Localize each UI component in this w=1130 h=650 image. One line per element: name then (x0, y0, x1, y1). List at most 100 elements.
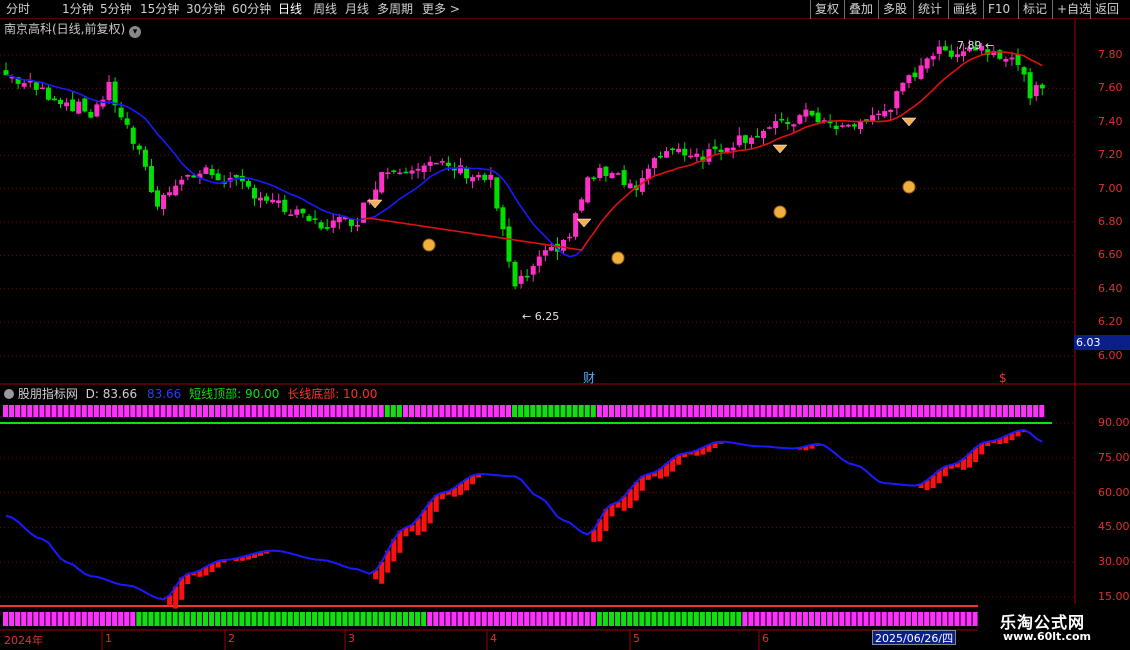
indicator-bottom-bar (281, 612, 287, 626)
toolbar-button-4[interactable]: 画线 (948, 0, 981, 19)
toolbar-button-2[interactable]: 多股 (878, 0, 911, 19)
kline-chart[interactable]: 7.89 ← ← 6.25 财 $ (0, 19, 1130, 650)
indicator-bottom-bar (584, 612, 590, 626)
indicator-top-bar (202, 405, 208, 417)
indicator-bottom-bar (905, 612, 911, 626)
indicator-top-bar (1021, 405, 1027, 417)
candle-body (518, 275, 524, 284)
date-axis-label: 1 (105, 632, 112, 645)
indicator-bottom-bar (9, 612, 15, 626)
toolbar-button-8[interactable]: 返回 (1090, 0, 1123, 19)
money-bag-icon (422, 238, 436, 252)
signal-marker: $ (999, 371, 1007, 385)
date-axis-label: 2024年 (4, 634, 43, 647)
gear-icon[interactable] (4, 389, 14, 399)
indicator-top-bar (657, 405, 663, 417)
indicator-top-bar (705, 405, 711, 417)
indicator-bottom-bar (881, 612, 887, 626)
indicator-top-bar (118, 405, 124, 417)
indicator-top-bar (899, 405, 905, 417)
indicator-top-bar (802, 405, 808, 417)
indicator-top-bar (421, 405, 427, 417)
indicator-top-bar (312, 405, 318, 417)
indicator-top-bar (863, 405, 869, 417)
indicator-bottom-bar (184, 612, 190, 626)
candle-body (482, 174, 488, 180)
candle-body (851, 124, 857, 127)
candle-body (112, 81, 118, 106)
candle-body (954, 54, 960, 57)
indicator-bottom-bar (481, 612, 487, 626)
toolbar-button-1[interactable]: 叠加 (844, 0, 877, 19)
period-tab-4[interactable]: 30分钟 (186, 2, 225, 16)
candle-body (336, 217, 342, 223)
indicator-bottom-bar (512, 612, 518, 626)
period-tab-10[interactable]: 更多 > (422, 2, 460, 16)
indicator-bottom-bar (893, 612, 899, 626)
toolbar-button-6[interactable]: 标记 (1018, 0, 1051, 19)
candle-body (542, 250, 548, 256)
period-tab-2[interactable]: 5分钟 (100, 2, 132, 16)
indicator-bottom-bar (578, 612, 584, 626)
indicator-bottom-bar (275, 612, 281, 626)
candle-body (815, 112, 821, 123)
period-tab-6[interactable]: 日线 (278, 2, 302, 16)
indicator-top-bar (63, 405, 69, 417)
period-tab-7[interactable]: 周线 (313, 2, 337, 16)
candle-body (657, 155, 663, 158)
candle-body (70, 99, 76, 112)
watermark-url: www.60lt.com (1003, 630, 1092, 643)
indicator-title: 股朋指标网 D: 83.66 83.66 短线顶部: 90.00 长线底部: 1… (4, 387, 377, 401)
candle-body (779, 119, 785, 121)
period-tab-5[interactable]: 60分钟 (232, 2, 271, 16)
indicator-bottom-bar (499, 612, 505, 626)
toolbar-button-7[interactable]: +自选 (1052, 0, 1095, 19)
candle-body (476, 175, 482, 178)
indicator-bottom-bar (790, 612, 796, 626)
indicator-bottom-bar (609, 612, 614, 626)
period-tab-9[interactable]: 多周期 (377, 2, 413, 16)
indicator-bottom-bar (730, 612, 736, 626)
candle-body (591, 177, 597, 180)
candle-body (664, 151, 670, 158)
candle-body (64, 102, 70, 107)
toolbar-button-0[interactable]: 复权 (810, 0, 843, 19)
period-tab-1[interactable]: 1分钟 (62, 2, 94, 16)
indicator-top-bar (209, 405, 215, 417)
indicator-bottom-bar (639, 612, 645, 626)
indicator-bottom-bar (433, 612, 439, 626)
indicator-bottom-bar (972, 612, 978, 626)
indicator-bottom-bar (548, 612, 554, 626)
candle-body (888, 109, 894, 112)
candle-body (676, 148, 682, 153)
toolbar-button-5[interactable]: F10 (983, 0, 1014, 19)
money-bag-icon (773, 205, 787, 219)
period-tab-8[interactable]: 月线 (345, 2, 369, 16)
indicator-bottom-bar (808, 612, 814, 626)
period-tab-0[interactable]: 分时 (6, 2, 30, 16)
candle-body (306, 215, 312, 222)
indicator-top-bar (633, 405, 639, 417)
indicator-top-bar (178, 405, 184, 417)
candle-body (924, 58, 930, 69)
indicator-bottom-bar (372, 612, 378, 626)
diamond-icon (772, 144, 788, 154)
candle-body (354, 225, 360, 227)
candle-body (1015, 54, 1021, 65)
indicator-top-bar (590, 405, 596, 417)
toolbar-button-3[interactable]: 统计 (913, 0, 946, 19)
indicator-top-bar (9, 405, 15, 417)
indicator-bottom-bar (75, 612, 81, 626)
indicator-axis-label: 15.00 (1098, 590, 1130, 603)
candle-body (379, 172, 385, 193)
period-tab-3[interactable]: 15分钟 (140, 2, 179, 16)
indicator-top-bar (354, 405, 360, 417)
indicator-bottom-bar (645, 612, 651, 626)
date-axis-label: 2 (228, 632, 235, 645)
indicator-bottom-bar (384, 612, 390, 626)
indicator-bottom-bar (57, 612, 63, 626)
indicator-top-bar (736, 405, 742, 417)
candle-body (124, 118, 130, 125)
indicator-top-bar (1033, 405, 1039, 417)
candle-body (330, 220, 336, 228)
